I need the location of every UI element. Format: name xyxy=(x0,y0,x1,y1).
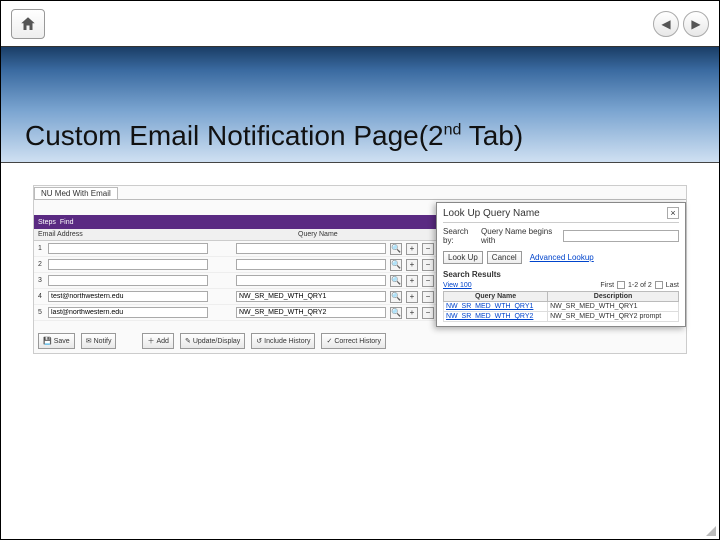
query-name-field[interactable] xyxy=(236,259,386,270)
correct-history-button[interactable]: ✓Correct History xyxy=(321,333,386,349)
lookup-icon[interactable]: 🔍 xyxy=(390,307,402,319)
email-field[interactable] xyxy=(48,243,208,254)
cancel-button[interactable]: Cancel xyxy=(487,251,522,264)
delete-row-button[interactable]: − xyxy=(422,259,434,271)
app-tabs: NU Med With Email xyxy=(34,186,686,200)
plus-icon: ＋ xyxy=(147,336,154,346)
view-100-link[interactable]: View 100 xyxy=(443,282,472,289)
search-field-label: Query Name begins with xyxy=(481,227,559,245)
lookup-popup: Look Up Query Name × Search by: Query Na… xyxy=(436,202,686,327)
lookup-icon[interactable]: 🔍 xyxy=(390,291,402,303)
query-name-field[interactable] xyxy=(236,275,386,286)
email-field[interactable] xyxy=(48,291,208,302)
result-row[interactable]: NW_SR_MED_WTH_QRY2NW_SR_MED_WTH_QRY2 pro… xyxy=(444,312,679,322)
add-row-button[interactable]: + xyxy=(406,275,418,287)
next-slide-button[interactable]: ▶ xyxy=(683,11,709,37)
query-name-field[interactable] xyxy=(236,307,386,318)
row-number: 5 xyxy=(38,309,44,316)
search-input[interactable] xyxy=(563,230,679,242)
results-table: Query Name Description NW_SR_MED_WTH_QRY… xyxy=(443,291,679,322)
result-query[interactable]: NW_SR_MED_WTH_QRY2 xyxy=(444,312,548,322)
title-sup: nd xyxy=(444,122,462,139)
prev-slide-button[interactable]: ◀ xyxy=(653,11,679,37)
delete-row-button[interactable]: − xyxy=(422,291,434,303)
add-row-button[interactable]: + xyxy=(406,259,418,271)
advanced-lookup-link[interactable]: Advanced Lookup xyxy=(530,253,594,262)
delete-row-button[interactable]: − xyxy=(422,275,434,287)
col-query: Query Name xyxy=(298,231,448,238)
update-display-button[interactable]: ✎Update/Display xyxy=(180,333,245,349)
lookup-icon[interactable]: 🔍 xyxy=(390,259,402,271)
th-description: Description xyxy=(548,292,679,302)
email-field[interactable] xyxy=(48,259,208,270)
popup-close-button[interactable]: × xyxy=(667,207,679,219)
add-row-button[interactable]: + xyxy=(406,307,418,319)
search-results-label: Search Results xyxy=(443,270,679,279)
popup-pager-info: 1-2 of 2 xyxy=(628,282,652,289)
title-prefix: Custom Email Notification Page(2 xyxy=(25,120,444,151)
history-icon: ↺ xyxy=(256,337,262,345)
query-name-field[interactable] xyxy=(236,291,386,302)
update-icon: ✎ xyxy=(185,337,191,345)
row-number: 1 xyxy=(38,245,44,252)
correct-icon: ✓ xyxy=(326,337,332,345)
include-history-button[interactable]: ↺Include History xyxy=(251,333,315,349)
notify-button[interactable]: ✉Notify xyxy=(81,333,117,349)
row-number: 4 xyxy=(38,293,44,300)
save-icon: 💾 xyxy=(43,337,52,345)
slide-nav: ◀ ▶ xyxy=(653,11,709,37)
title-suffix: Tab) xyxy=(461,120,523,151)
popup-prev-icon[interactable] xyxy=(617,281,625,289)
th-query-name: Query Name xyxy=(444,292,548,302)
email-field[interactable] xyxy=(48,275,208,286)
popup-title: Look Up Query Name xyxy=(443,208,540,219)
notify-icon: ✉ xyxy=(86,337,92,345)
lookup-icon[interactable]: 🔍 xyxy=(390,243,402,255)
result-row[interactable]: NW_SR_MED_WTH_QRY1NW_SR_MED_WTH_QRY1 xyxy=(444,302,679,312)
title-band: Custom Email Notification Page(2nd Tab) xyxy=(1,47,719,163)
add-row-button[interactable]: + xyxy=(406,243,418,255)
email-field[interactable] xyxy=(48,307,208,318)
page-title: Custom Email Notification Page(2nd Tab) xyxy=(1,120,523,162)
popup-last[interactable]: Last xyxy=(666,282,679,289)
delete-row-button[interactable]: − xyxy=(422,307,434,319)
add-row-button[interactable]: + xyxy=(406,291,418,303)
grid-tab-find[interactable]: Find xyxy=(60,219,74,226)
app-screenshot: NU Med With Email Help Steps Find Person… xyxy=(33,185,687,354)
result-query[interactable]: NW_SR_MED_WTH_QRY1 xyxy=(444,302,548,312)
popup-first[interactable]: First xyxy=(600,282,614,289)
query-name-field[interactable] xyxy=(236,243,386,254)
bottom-buttons: 💾Save ✉Notify ＋Add ✎Update/Display ↺Incl… xyxy=(34,329,686,353)
result-desc: NW_SR_MED_WTH_QRY2 prompt xyxy=(548,312,679,322)
popup-next-icon[interactable] xyxy=(655,281,663,289)
delete-row-button[interactable]: − xyxy=(422,243,434,255)
save-button[interactable]: 💾Save xyxy=(38,333,75,349)
home-button[interactable] xyxy=(11,9,45,39)
search-by-label: Search by: xyxy=(443,227,477,245)
lookup-icon[interactable]: 🔍 xyxy=(390,275,402,287)
content-area: NU Med With Email Help Steps Find Person… xyxy=(1,163,719,540)
lookup-button[interactable]: Look Up xyxy=(443,251,483,264)
home-icon xyxy=(19,15,37,33)
grid-tab-steps[interactable]: Steps xyxy=(38,219,56,226)
row-number: 3 xyxy=(38,277,44,284)
add-button[interactable]: ＋Add xyxy=(142,333,173,349)
close-icon: × xyxy=(670,208,675,218)
col-email: Email Address xyxy=(38,231,188,238)
slide-topbar: ◀ ▶ xyxy=(1,1,719,47)
tab-nu-med-with-email[interactable]: NU Med With Email xyxy=(34,187,118,199)
result-desc: NW_SR_MED_WTH_QRY1 xyxy=(548,302,679,312)
row-number: 2 xyxy=(38,261,44,268)
resize-handle-icon xyxy=(704,524,716,536)
